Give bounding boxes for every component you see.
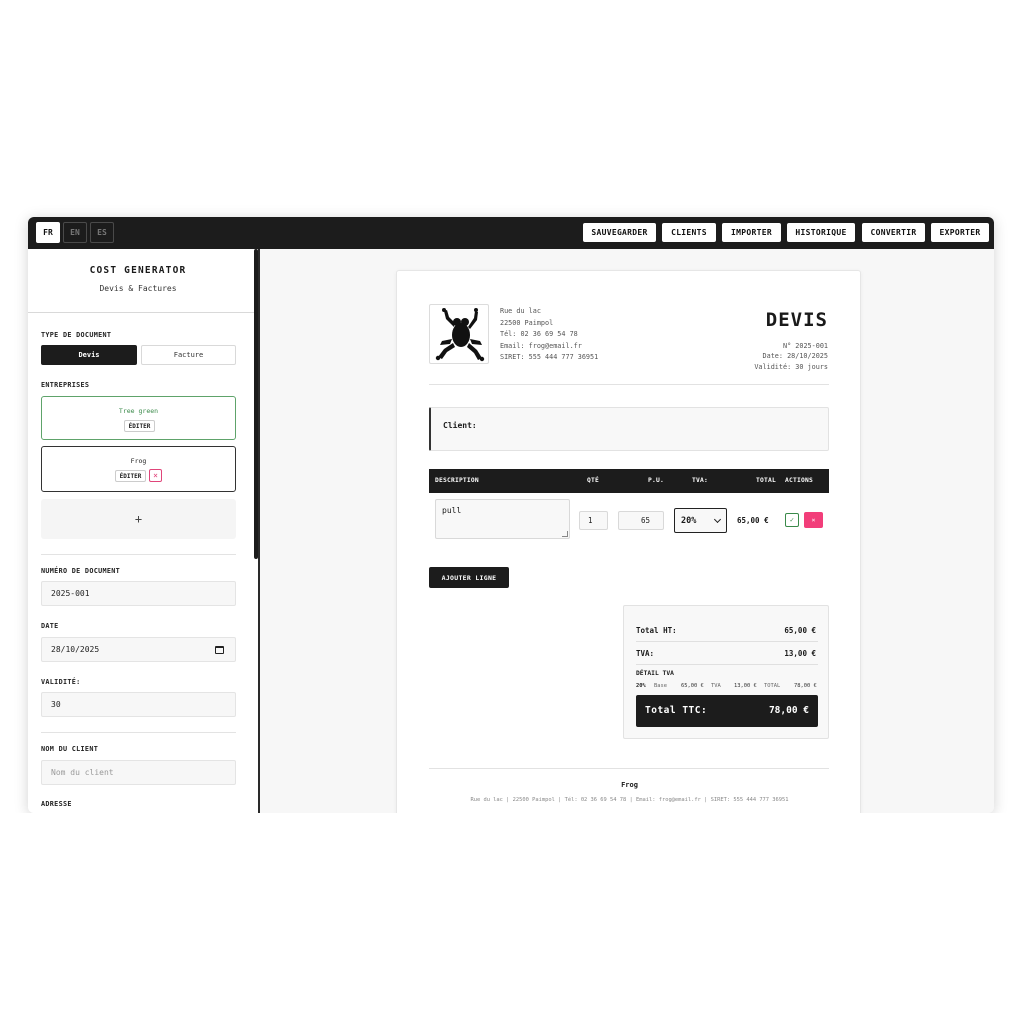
- lang-fr-button[interactable]: FR: [36, 222, 60, 243]
- divider: [636, 664, 818, 665]
- divider: [429, 384, 829, 385]
- company-street: Rue du lac: [500, 307, 541, 315]
- doc-number-input[interactable]: 2025-001: [41, 581, 236, 606]
- tva-detail-tva-value: 13,00 €: [734, 683, 757, 689]
- date-value: 28/10/2025: [51, 645, 100, 654]
- items-table-header: DESCRIPTION QTÉ P.U. TVA: TOTAL ACTIONS: [429, 469, 829, 493]
- tva-detail-total-label: TOTAL: [764, 683, 781, 689]
- col-unit-price: P.U.: [648, 477, 664, 484]
- date-label: DATE: [41, 622, 59, 630]
- lang-en-button[interactable]: EN: [63, 222, 87, 243]
- sidebar-scrollbar[interactable]: [254, 249, 258, 559]
- line-description-text: pull: [442, 506, 462, 515]
- frog-icon: [435, 308, 485, 362]
- client-name-label: NOM DU CLIENT: [41, 745, 99, 753]
- sidebar: COST GENERATOR Devis & Factures TYPE DE …: [28, 249, 258, 813]
- app-title: COST GENERATOR: [89, 265, 187, 276]
- document-title: DEVIS: [765, 309, 828, 331]
- total-ht-label: Total HT:: [636, 626, 677, 635]
- company-logo: [429, 304, 489, 364]
- line-unit-price-input[interactable]: 65: [618, 511, 664, 530]
- tva-detail-tva-label: TVA: [711, 683, 721, 689]
- save-button[interactable]: SAUVEGARDER: [583, 223, 656, 242]
- tva-detail-rate: 20%: [636, 683, 646, 689]
- lang-es-button[interactable]: ES: [90, 222, 114, 243]
- company-name: Tree green: [118, 407, 159, 415]
- tva-detail-base-label: Base: [654, 683, 667, 689]
- company-phone: Tél: 02 36 69 54 78: [500, 330, 578, 338]
- total-ttc-value: 78,00 €: [768, 705, 809, 716]
- validity-input[interactable]: 30: [41, 692, 236, 717]
- document-date: Date: 28/10/2025: [762, 352, 828, 360]
- client-name-input[interactable]: Nom du client: [41, 760, 236, 785]
- tva-detail-base-value: 65,00 €: [681, 683, 704, 689]
- total-ttc-bar: Total TTC: 78,00 €: [636, 695, 818, 727]
- add-company-button[interactable]: +: [41, 499, 236, 539]
- client-box: Client:: [429, 407, 829, 451]
- total-tva-label: TVA:: [636, 649, 655, 658]
- resize-handle-icon[interactable]: [562, 531, 568, 537]
- divider: [41, 554, 236, 555]
- col-tva: TVA:: [692, 477, 708, 484]
- line-tva-value: 20%: [681, 515, 697, 526]
- sidebar-header: COST GENERATOR Devis & Factures: [28, 249, 254, 313]
- document-preview: Rue du lac 22500 Paimpol Tél: 02 36 69 5…: [396, 270, 861, 813]
- line-tva-select[interactable]: 20%: [674, 508, 727, 533]
- export-button[interactable]: EXPORTER: [931, 223, 989, 242]
- line-qty-input[interactable]: 1: [579, 511, 608, 530]
- edit-company-button[interactable]: ÉDITER: [115, 470, 146, 482]
- company-name: Frog: [130, 457, 147, 465]
- doc-number-label: NUMÉRO DE DOCUMENT: [41, 567, 121, 575]
- totals-box: Total HT: 65,00 € TVA: 13,00 € DÉTAIL TV…: [623, 605, 829, 739]
- clients-button[interactable]: CLIENTS: [662, 223, 716, 242]
- footer-details: Rue du lac | 22500 Paimpol | Tél: 02 36 …: [470, 797, 789, 803]
- document-validity: Validité: 30 jours: [754, 363, 828, 371]
- document-number: N° 2025-001: [782, 342, 828, 350]
- validity-label: VALIDITÉ:: [41, 678, 81, 686]
- top-toolbar: FR EN ES SAUVEGARDER CLIENTS IMPORTER HI…: [28, 217, 994, 249]
- total-ht-value: 65,00 €: [784, 626, 816, 635]
- total-ttc-label: Total TTC:: [645, 705, 708, 716]
- company-email: Email: frog@email.fr: [500, 342, 582, 350]
- convert-button[interactable]: CONVERTIR: [862, 223, 925, 242]
- divider: [429, 768, 829, 769]
- col-description: DESCRIPTION: [435, 477, 479, 484]
- line-total: 65,00 €: [737, 516, 769, 525]
- footer-company: Frog: [621, 781, 638, 789]
- address-label: ADRESSE: [41, 800, 72, 808]
- doc-type-devis-button[interactable]: Devis: [41, 345, 137, 365]
- add-line-button[interactable]: AJOUTER LIGNE: [429, 567, 509, 588]
- doc-type-facture-button[interactable]: Facture: [141, 345, 236, 365]
- app-subtitle: Devis & Factures: [99, 284, 177, 293]
- company-siret: SIRET: 555 444 777 36951: [500, 353, 599, 361]
- delete-line-button[interactable]: ×: [804, 512, 823, 528]
- company-city: 22500 Paimpol: [500, 319, 554, 327]
- col-actions: ACTIONS: [785, 477, 813, 484]
- import-button[interactable]: IMPORTER: [722, 223, 781, 242]
- tva-detail-total-value: 78,00 €: [794, 683, 817, 689]
- col-total: TOTAL: [756, 477, 776, 484]
- doc-type-label: TYPE DE DOCUMENT: [41, 331, 112, 339]
- date-input[interactable]: 28/10/2025: [41, 637, 236, 662]
- total-tva-value: 13,00 €: [784, 649, 816, 658]
- companies-label: ENTREPRISES: [41, 381, 90, 389]
- divider: [41, 732, 236, 733]
- confirm-line-icon[interactable]: ✓: [785, 513, 799, 527]
- chevron-down-icon: [713, 515, 722, 524]
- history-button[interactable]: HISTORIQUE: [787, 223, 855, 242]
- edit-company-button[interactable]: ÉDITER: [124, 420, 155, 432]
- divider: [636, 641, 818, 642]
- col-qty: QTÉ: [587, 477, 599, 484]
- company-card-frog[interactable]: Frog ÉDITER ×: [41, 446, 236, 492]
- company-card-tree-green[interactable]: Tree green ÉDITER: [41, 396, 236, 440]
- delete-company-icon[interactable]: ×: [149, 469, 162, 482]
- calendar-icon[interactable]: [215, 646, 224, 654]
- line-description-input[interactable]: pull: [435, 499, 570, 539]
- tva-detail-label: DÉTAIL TVA: [636, 670, 674, 677]
- client-label: Client:: [443, 421, 477, 430]
